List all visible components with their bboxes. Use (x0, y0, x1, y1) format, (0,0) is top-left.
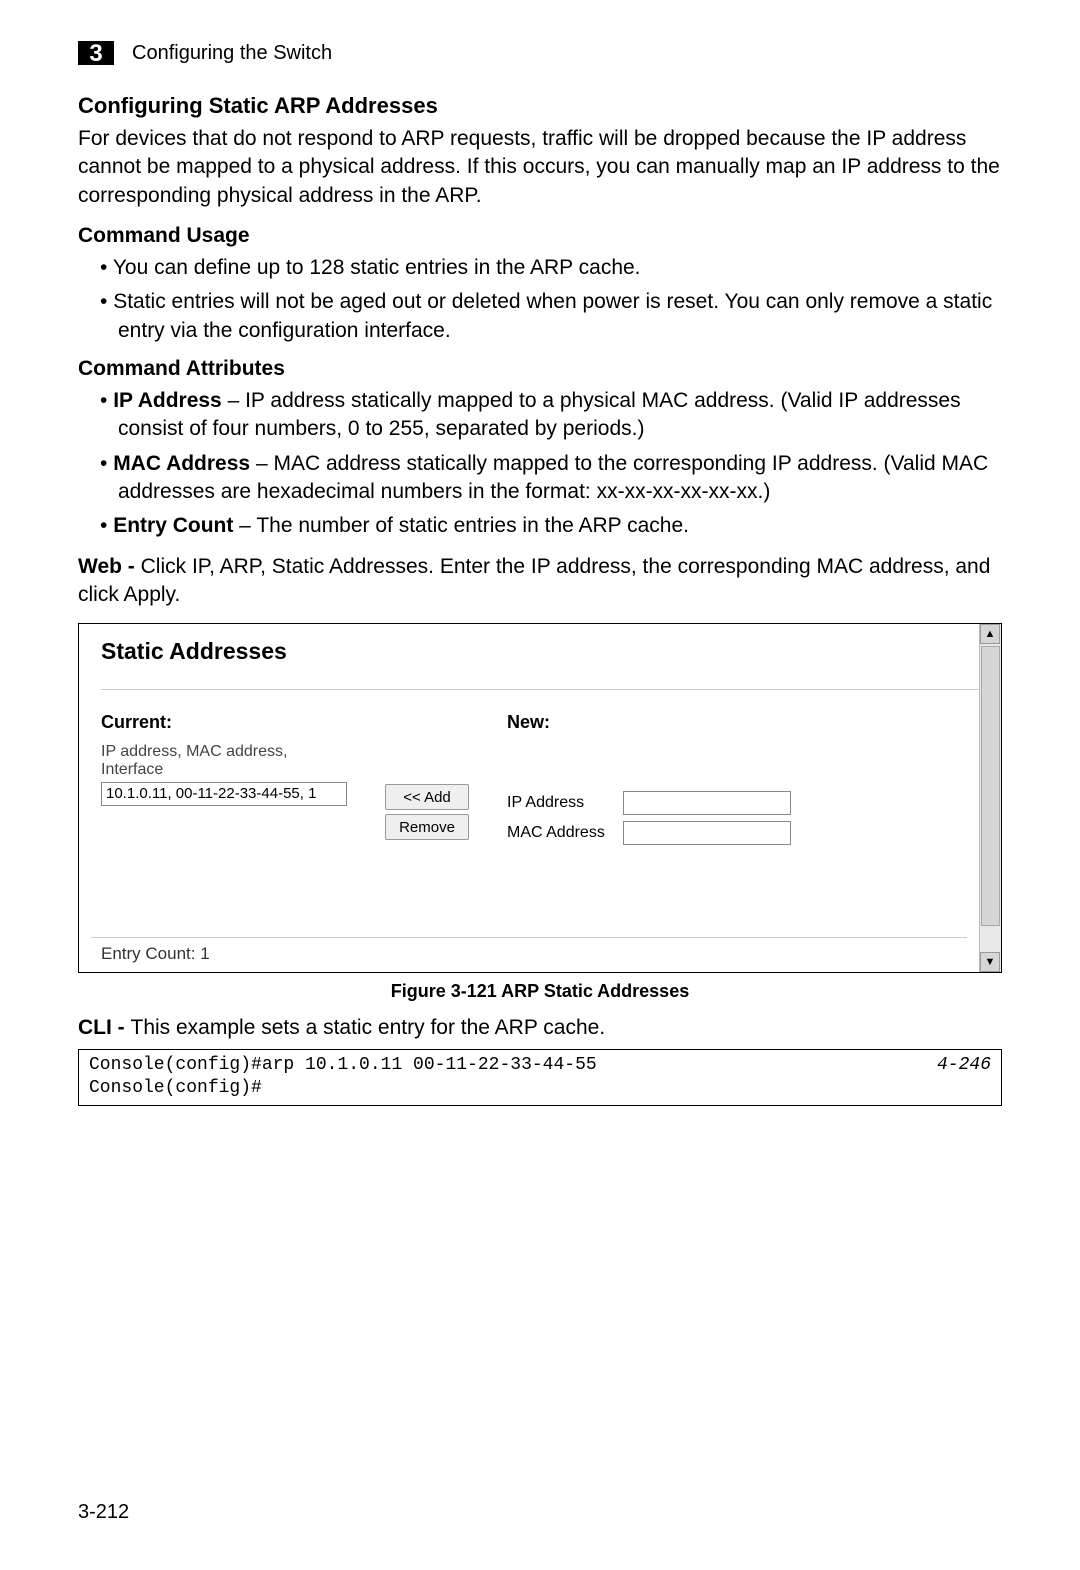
static-addresses-panel: Static Addresses Current: IP address, MA… (78, 623, 1002, 973)
vertical-scrollbar[interactable]: ▲ ▼ (979, 624, 1001, 972)
ip-address-label: IP Address (507, 794, 615, 812)
current-listbox[interactable]: 10.1.0.11, 00-11-22-33-44-55, 1 (101, 782, 347, 806)
divider (91, 937, 967, 938)
current-hint: IP address, MAC address, Interface (101, 743, 351, 779)
current-column: Current: IP address, MAC address, Interf… (101, 712, 351, 806)
command-usage-heading: Command Usage (78, 224, 1002, 248)
cli-code-block: Console(config)#arp 10.1.0.11 00-11-22-3… (78, 1049, 1002, 1106)
web-text: Click IP, ARP, Static Addresses. Enter t… (78, 555, 990, 606)
remove-button[interactable]: Remove (385, 814, 469, 840)
add-button[interactable]: << Add (385, 784, 469, 810)
list-item: Static entries will not be aged out or d… (100, 288, 1002, 345)
attr-name: IP Address (113, 389, 222, 412)
scroll-up-icon[interactable]: ▲ (980, 624, 1000, 644)
page-header: 3 Configuring the Switch (78, 35, 1002, 71)
page-number: 3-212 (78, 1501, 129, 1524)
scroll-thumb[interactable] (981, 646, 1000, 926)
cli-page-ref: 4-246 (937, 1054, 991, 1101)
command-attributes-heading: Command Attributes (78, 357, 1002, 381)
cli-code: Console(config)#arp 10.1.0.11 00-11-22-3… (89, 1054, 597, 1101)
cli-instructions: CLI - This example sets a static entry f… (78, 1014, 1002, 1042)
attr-name: Entry Count (113, 514, 233, 537)
scroll-down-icon[interactable]: ▼ (980, 952, 1000, 972)
mac-address-input[interactable] (623, 821, 791, 845)
section-intro: For devices that do not respond to ARP r… (78, 125, 1002, 210)
ip-address-input[interactable] (623, 791, 791, 815)
cli-prefix: CLI - (78, 1016, 131, 1039)
command-attributes-list: IP Address – IP address statically mappe… (78, 387, 1002, 541)
attr-desc: – The number of static entries in the AR… (233, 514, 689, 537)
list-item: Entry Count – The number of static entri… (100, 512, 1002, 540)
attr-name: MAC Address (113, 452, 250, 475)
mac-address-label: MAC Address (507, 824, 615, 842)
entry-count: Entry Count: 1 (101, 944, 210, 964)
panel-title: Static Addresses (101, 638, 979, 665)
chapter-title: Configuring the Switch (132, 42, 332, 65)
section-heading: Configuring Static ARP Addresses (78, 93, 1002, 119)
command-usage-list: You can define up to 128 static entries … (78, 254, 1002, 345)
figure-caption: Figure 3-121 ARP Static Addresses (78, 981, 1002, 1002)
list-item: MAC Address – MAC address statically map… (100, 450, 1002, 507)
list-item: You can define up to 128 static entries … (100, 254, 1002, 282)
cli-text: This example sets a static entry for the… (131, 1016, 606, 1039)
button-column: << Add Remove (385, 784, 473, 840)
svg-text:3: 3 (89, 40, 102, 67)
new-label: New: (507, 712, 979, 733)
chapter-badge: 3 (78, 35, 114, 71)
web-instructions: Web - Click IP, ARP, Static Addresses. E… (78, 553, 1002, 610)
divider (101, 689, 979, 690)
web-prefix: Web - (78, 555, 141, 578)
attr-desc: – IP address statically mapped to a phys… (118, 389, 961, 440)
new-column: New: IP Address MAC Address (507, 712, 979, 851)
current-label: Current: (101, 712, 351, 733)
list-item: IP Address – IP address statically mappe… (100, 387, 1002, 444)
